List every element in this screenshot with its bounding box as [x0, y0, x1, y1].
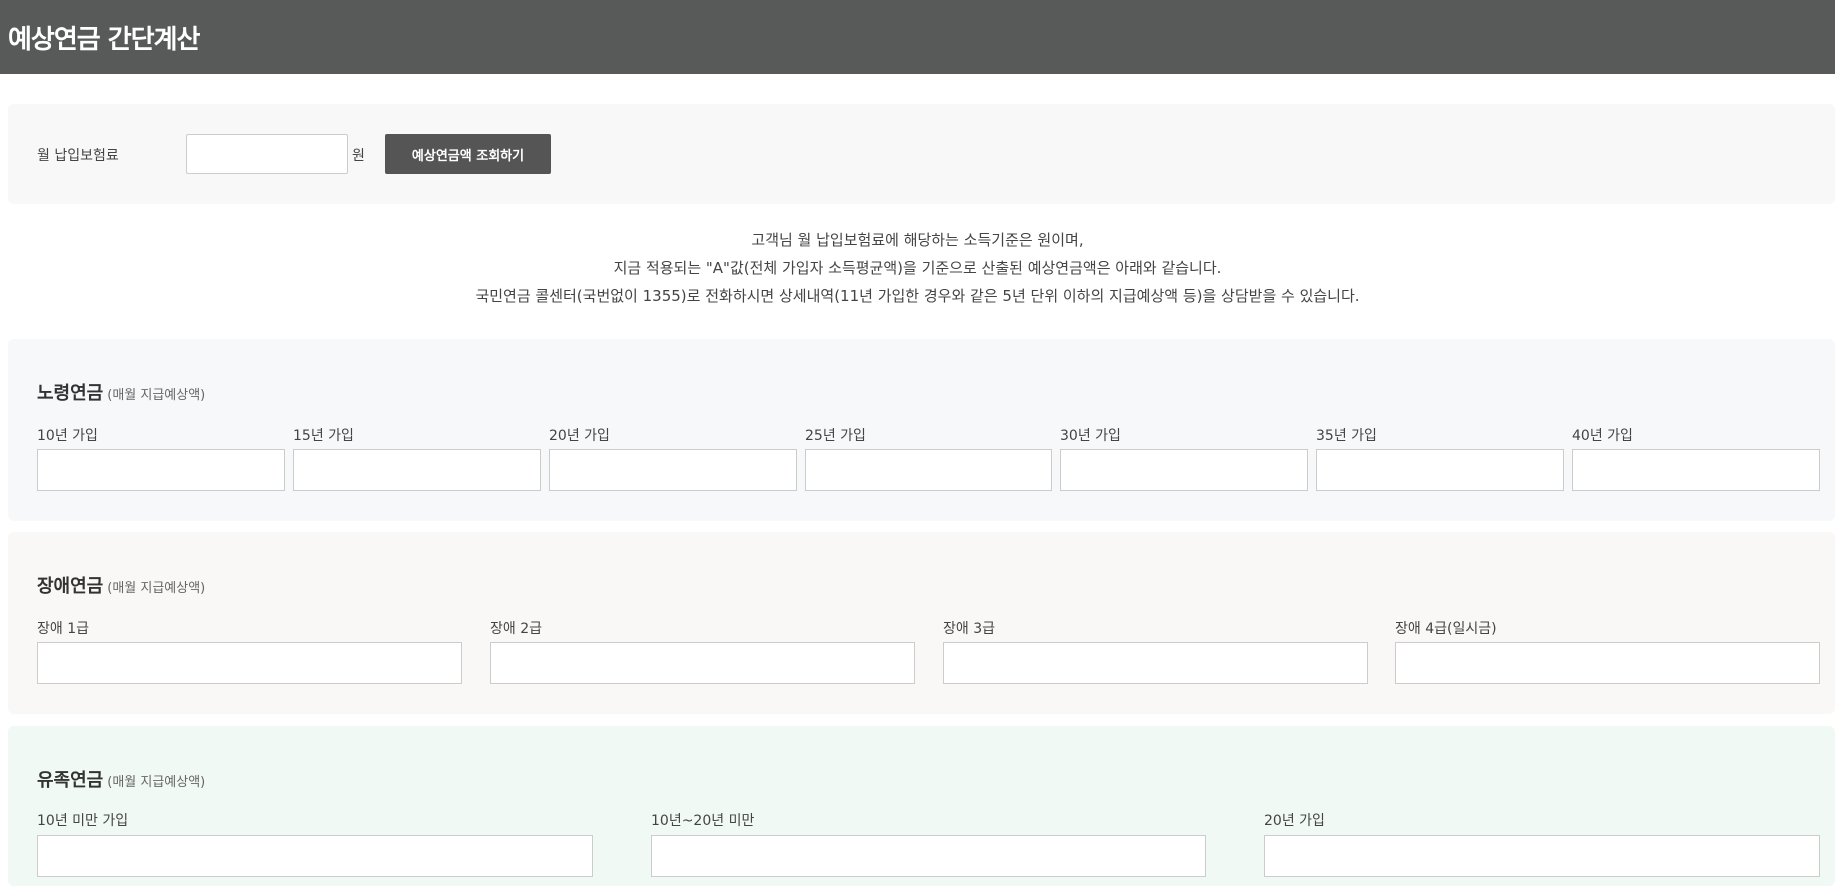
info-text: 고객님 월 납입보험료에 해당하는 소득기준은 원이며, 지금 적용되는 "A"…	[0, 226, 1835, 310]
premium-search-panel: 월 납입보험료 원 예상연금액 조회하기	[8, 104, 1835, 204]
disability-label-4: 장애 4급(일시금)	[1395, 621, 1497, 637]
page-header: 예상연금 간단계산	[0, 0, 1835, 74]
old-age-input-10[interactable]	[37, 449, 285, 491]
survivor-label-1: 10년 미만 가입	[37, 813, 129, 829]
survivor-input-1[interactable]	[37, 835, 593, 877]
disability-title-text: 장애연금	[37, 576, 104, 597]
info-line-3: 국민연금 콜센터(국번없이 1355)로 전화하시면 상세내역(11년 가입한 …	[475, 287, 1360, 305]
old-age-input-35[interactable]	[1316, 449, 1564, 491]
old-age-label-35: 35년 가입	[1316, 428, 1377, 444]
disability-input-2[interactable]	[490, 642, 915, 684]
old-age-subtitle: (매월 지급예상액)	[107, 388, 206, 403]
disability-pension-section: 장애연금 (매월 지급예상액) 장애 1급 장애 2급 장애 3급 장애 4급(일…	[8, 532, 1835, 714]
old-age-input-40[interactable]	[1572, 449, 1820, 491]
old-age-title: 노령연금 (매월 지급예상액)	[37, 379, 205, 405]
survivor-pension-section: 유족연금 (매월 지급예상액) 10년 미만 가입 10년~20년 미만 20년 …	[8, 726, 1835, 886]
old-age-input-30[interactable]	[1060, 449, 1308, 491]
estimate-lookup-button[interactable]: 예상연금액 조회하기	[385, 134, 551, 174]
survivor-label-2: 10년~20년 미만	[651, 813, 755, 829]
survivor-label-3: 20년 가입	[1264, 813, 1325, 829]
premium-input[interactable]	[186, 134, 348, 174]
survivor-subtitle: (매월 지급예상액)	[107, 775, 206, 790]
old-age-label-10: 10년 가입	[37, 428, 98, 444]
info-line-1: 고객님 월 납입보험료에 해당하는 소득기준은 원이며,	[751, 231, 1084, 249]
old-age-label-40: 40년 가입	[1572, 428, 1633, 444]
old-age-input-20[interactable]	[549, 449, 797, 491]
premium-label: 월 납입보험료	[37, 148, 119, 164]
disability-label-1: 장애 1급	[37, 621, 89, 637]
old-age-label-25: 25년 가입	[805, 428, 866, 444]
old-age-input-25[interactable]	[805, 449, 1052, 491]
premium-unit: 원	[352, 148, 365, 164]
old-age-input-15[interactable]	[293, 449, 541, 491]
disability-input-4[interactable]	[1395, 642, 1820, 684]
survivor-input-2[interactable]	[651, 835, 1206, 877]
old-age-title-text: 노령연금	[37, 383, 104, 404]
survivor-input-3[interactable]	[1264, 835, 1820, 877]
survivor-title-text: 유족연금	[37, 770, 104, 791]
old-age-label-15: 15년 가입	[293, 428, 354, 444]
survivor-title: 유족연금 (매월 지급예상액)	[37, 766, 205, 792]
disability-input-3[interactable]	[943, 642, 1368, 684]
old-age-label-30: 30년 가입	[1060, 428, 1121, 444]
disability-label-2: 장애 2급	[490, 621, 542, 637]
disability-label-3: 장애 3급	[943, 621, 995, 637]
page-title: 예상연금 간단계산	[8, 24, 200, 55]
old-age-label-20: 20년 가입	[549, 428, 610, 444]
disability-subtitle: (매월 지급예상액)	[107, 581, 206, 596]
old-age-pension-section: 노령연금 (매월 지급예상액) 10년 가입 15년 가입 20년 가입 25년 …	[8, 339, 1835, 521]
disability-title: 장애연금 (매월 지급예상액)	[37, 572, 205, 598]
disability-input-1[interactable]	[37, 642, 462, 684]
info-line-2: 지금 적용되는 "A"값(전체 가입자 소득평균액)을 기준으로 산출된 예상연…	[613, 259, 1222, 277]
